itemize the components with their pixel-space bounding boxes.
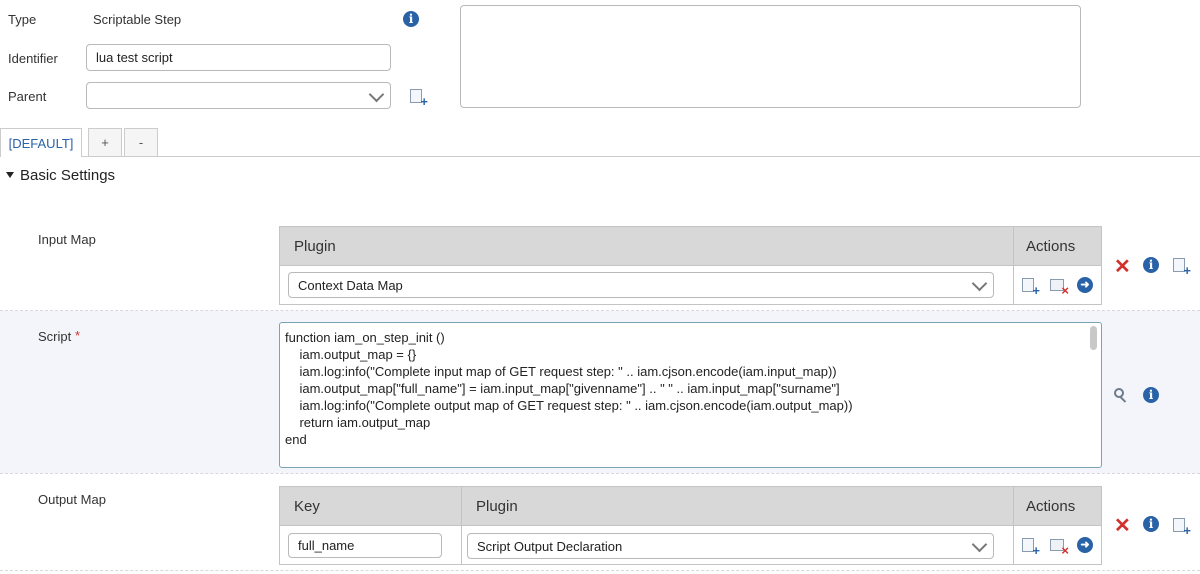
type-value: Scriptable Step xyxy=(93,12,182,27)
chevron-down-icon xyxy=(971,536,988,553)
input-map-plugin-value: Context Data Map xyxy=(298,277,403,293)
input-map-actions-header: Actions xyxy=(1026,237,1076,255)
parent-select[interactable] xyxy=(86,82,391,109)
type-info-icon[interactable]: i xyxy=(403,11,419,27)
magnifier-icon[interactable] xyxy=(1114,388,1124,398)
add-parent-icon[interactable] xyxy=(410,89,428,109)
output-map-key-value: full_name xyxy=(298,538,355,553)
input-map-header: Plugin Actions xyxy=(279,226,1102,266)
code-line: function iam_on_step_init () xyxy=(285,330,445,345)
input-map-plugin-select[interactable]: Context Data Map xyxy=(288,272,994,298)
tab-divider xyxy=(82,156,1200,157)
output-map-key-input[interactable]: full_name xyxy=(288,533,442,558)
caret-down-icon[interactable] xyxy=(6,172,14,178)
output-map-key-header: Key xyxy=(294,497,320,515)
code-line: iam.output_map["full_name"] = iam.input_… xyxy=(285,381,840,396)
input-map-label: Input Map xyxy=(38,232,96,247)
output-map-label: Output Map xyxy=(38,492,106,507)
script-editor[interactable]: function iam_on_step_init () iam.output_… xyxy=(279,322,1102,468)
scrollbar-thumb[interactable] xyxy=(1090,326,1097,350)
remove-tab-button[interactable]: - xyxy=(124,128,158,157)
remove-tab-label: - xyxy=(138,135,144,150)
chevron-down-icon xyxy=(368,86,385,102)
arrow-right-icon[interactable]: ➜ xyxy=(1077,277,1093,293)
add-input-map-icon[interactable] xyxy=(1173,258,1191,278)
identifier-input-value: lua test script xyxy=(96,50,173,65)
output-map-actions-header: Actions xyxy=(1026,497,1076,515)
add-output-map-icon[interactable] xyxy=(1173,518,1191,538)
input-map-plugin-header: Plugin xyxy=(294,237,336,255)
code-line: end xyxy=(285,432,307,447)
add-tab-label: + xyxy=(101,135,109,150)
script-label: Script xyxy=(38,329,72,344)
output-map-info-icon[interactable]: i xyxy=(1143,516,1159,532)
input-map-info-icon[interactable]: i xyxy=(1143,257,1159,273)
section-title[interactable]: Basic Settings xyxy=(20,167,115,184)
code-line: return iam.output_map xyxy=(285,415,431,430)
code-line: iam.output_map = {} xyxy=(285,347,417,362)
output-map-header: Key Plugin Actions xyxy=(279,486,1102,526)
output-map-plugin-value: Script Output Declaration xyxy=(477,538,623,554)
arrow-right-icon[interactable]: ➜ xyxy=(1077,537,1093,553)
tab-default[interactable]: [DEFAULT] xyxy=(0,128,82,157)
divider xyxy=(0,570,1200,571)
tab-default-label: [DEFAULT] xyxy=(8,135,74,151)
divider xyxy=(0,473,1200,474)
identifier-label: Identifier xyxy=(8,51,58,66)
add-tab-button[interactable]: + xyxy=(88,128,122,157)
remove-input-map-icon[interactable]: ✕ xyxy=(1114,257,1131,277)
add-row-icon[interactable] xyxy=(1022,538,1040,558)
delete-row-icon[interactable] xyxy=(1050,539,1069,558)
output-map-plugin-header: Plugin xyxy=(476,497,518,515)
add-row-icon[interactable] xyxy=(1022,278,1040,298)
delete-row-icon[interactable] xyxy=(1050,279,1069,298)
required-mark: * xyxy=(75,328,81,343)
parent-label: Parent xyxy=(8,89,47,104)
identifier-input[interactable]: lua test script xyxy=(86,44,391,71)
code-line: iam.log:info("Complete input map of GET … xyxy=(285,364,837,379)
chevron-down-icon xyxy=(971,275,988,292)
type-label: Type xyxy=(8,12,37,27)
output-map-plugin-select[interactable]: Script Output Declaration xyxy=(467,533,994,559)
script-info-icon[interactable]: i xyxy=(1143,387,1159,403)
remove-output-map-icon[interactable]: ✕ xyxy=(1114,516,1131,536)
code-line: iam.log:info("Complete output map of GET… xyxy=(285,398,853,413)
description-textarea[interactable] xyxy=(460,5,1081,108)
